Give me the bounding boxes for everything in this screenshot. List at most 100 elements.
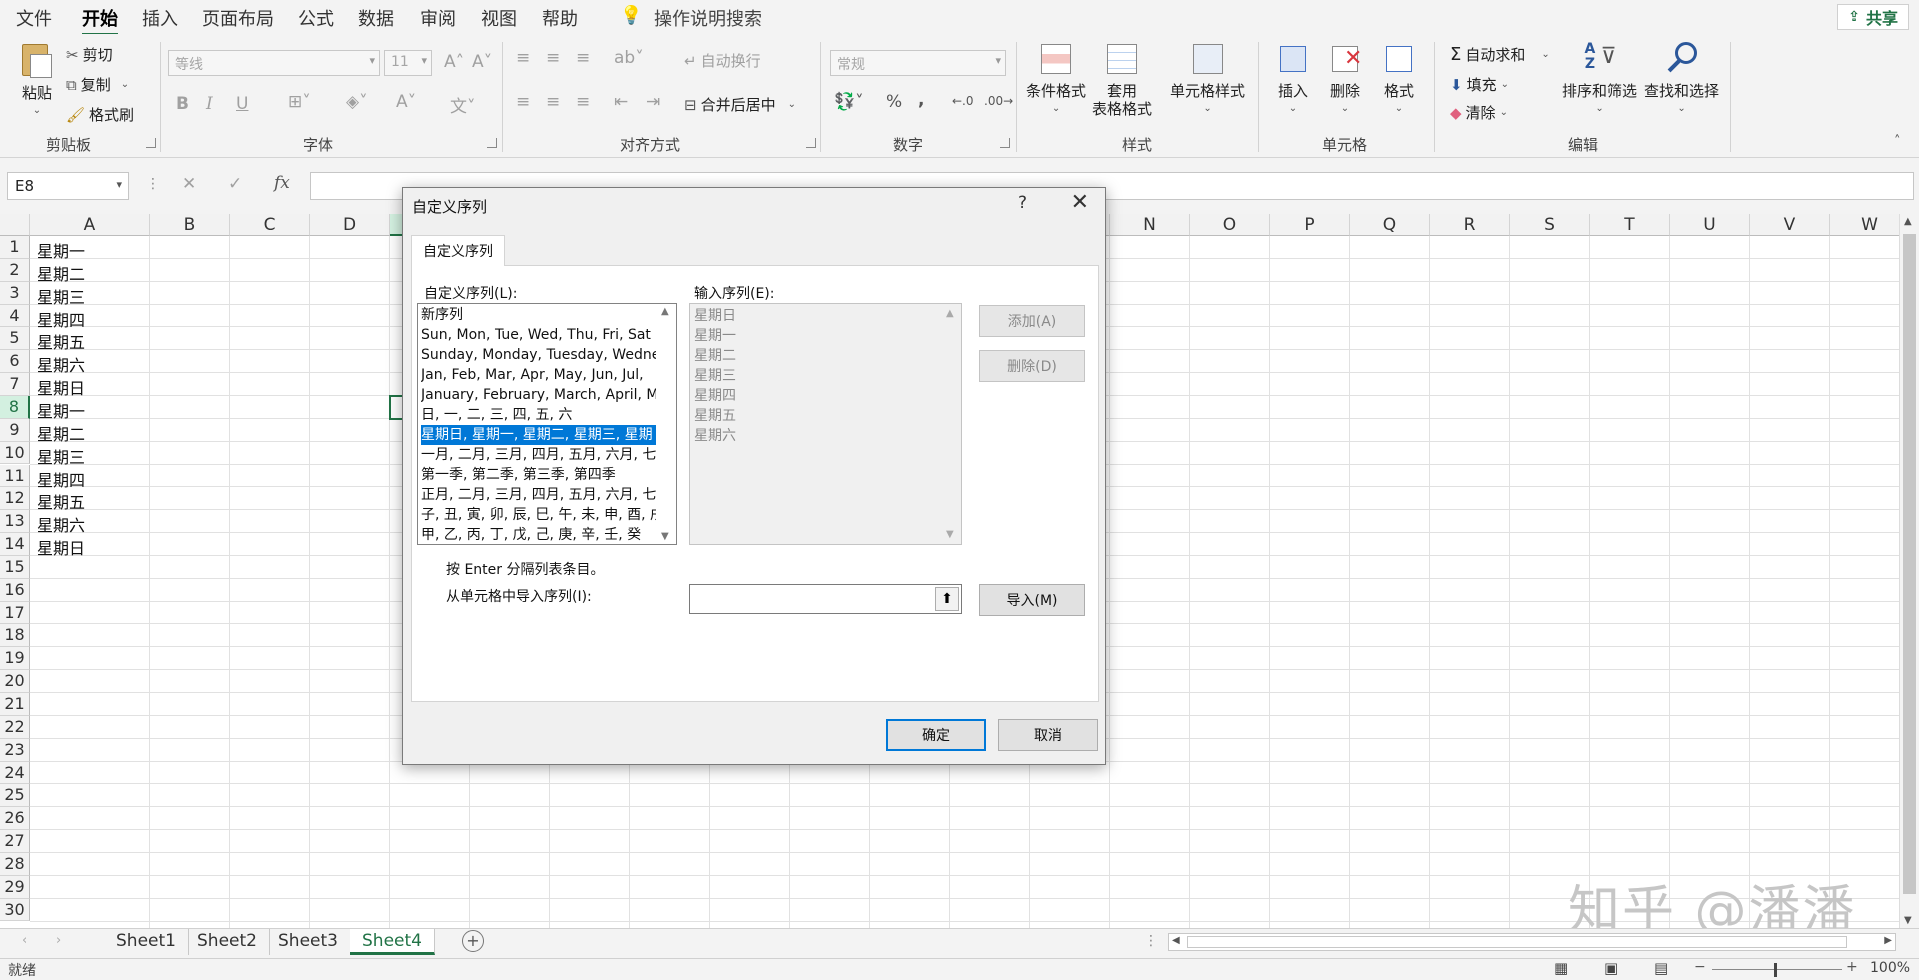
menu-data[interactable]: 数据 (358, 5, 394, 31)
column-header-o[interactable]: O (1190, 214, 1270, 236)
menu-formulas[interactable]: 公式 (298, 5, 334, 31)
scroll-right-icon[interactable]: ▶ (1884, 935, 1892, 946)
add-sheet-icon[interactable]: + (462, 930, 484, 952)
zoom-out-icon[interactable]: − (1694, 959, 1706, 975)
wrap-text-button[interactable]: ↵ 自动换行 (684, 50, 761, 71)
sheet-tab-3[interactable]: Sheet3 (266, 929, 351, 955)
column-header-b[interactable]: B (150, 214, 230, 236)
find-select-button[interactable]: 查找和选择 ⌄ (1644, 40, 1719, 118)
cell-a13[interactable]: 星期六 (37, 512, 85, 536)
tell-me-search[interactable]: 操作说明搜索 (654, 5, 762, 31)
list-item[interactable]: 日, 一, 二, 三, 四, 五, 六 (421, 405, 656, 425)
column-header-a[interactable]: A (30, 214, 150, 236)
row-header[interactable]: 11 (0, 464, 30, 488)
fill-button[interactable]: ⬇ 填充 ⌄ (1450, 74, 1509, 95)
underline-button[interactable]: U (236, 94, 248, 114)
row-header[interactable]: 7 (0, 373, 30, 396)
insert-cells-button[interactable]: 插入 ⌄ (1274, 40, 1312, 118)
row-header[interactable]: 10 (0, 441, 30, 465)
orientation-icon[interactable]: ab˅ (614, 48, 644, 68)
list-scroll-up-icon[interactable]: ▲ (661, 306, 669, 317)
entries-scroll-down-icon[interactable]: ▼ (946, 529, 954, 540)
vertical-scrollbar[interactable]: ▲ ▼ (1899, 214, 1919, 928)
import-button[interactable]: 导入(M) (979, 584, 1085, 616)
add-button[interactable]: 添加(A) (979, 305, 1085, 337)
column-header-s[interactable]: S (1510, 214, 1590, 236)
row-header[interactable]: 1 (0, 236, 30, 259)
prev-sheet-icon[interactable]: ‹ (22, 933, 27, 948)
row-header[interactable]: 16 (0, 578, 30, 602)
italic-button[interactable]: I (206, 94, 213, 114)
list-item[interactable]: 第一季, 第二季, 第三季, 第四季 (421, 465, 656, 485)
scroll-thumb[interactable] (1903, 234, 1916, 894)
row-header[interactable]: 24 (0, 761, 30, 785)
ok-button[interactable]: 确定 (886, 719, 986, 751)
format-cells-button[interactable]: 格式 ⌄ (1380, 40, 1418, 118)
list-item[interactable]: 正月, 二月, 三月, 四月, 五月, 六月, 七 (421, 485, 656, 505)
column-header-n[interactable]: N (1110, 214, 1190, 236)
decrease-indent-icon[interactable]: ⇤ (614, 92, 628, 112)
increase-decimal-icon[interactable]: ←.0 (952, 94, 974, 108)
align-bottom-icon[interactable]: ≡ (576, 48, 590, 68)
column-header-u[interactable]: U (1670, 214, 1750, 236)
clipboard-launcher-icon[interactable] (146, 138, 156, 148)
cell-a9[interactable]: 星期二 (37, 421, 85, 445)
number-launcher-icon[interactable] (1000, 138, 1010, 148)
increase-font-icon[interactable]: A˄ (444, 52, 464, 72)
menu-insert[interactable]: 插入 (142, 5, 178, 31)
column-header-d[interactable]: D (310, 214, 390, 236)
delete-cells-button[interactable]: ✕ 删除 ⌄ (1326, 40, 1364, 118)
cut-button[interactable]: ✂ 剪切 (66, 44, 113, 65)
column-header-t[interactable]: T (1590, 214, 1670, 236)
zoom-slider-thumb[interactable] (1774, 963, 1777, 977)
phonetic-icon[interactable]: 文˅ (450, 92, 476, 117)
row-header[interactable]: 2 (0, 258, 30, 282)
conditional-format-button[interactable]: 条件格式 ⌄ (1026, 40, 1086, 118)
row-header[interactable]: 9 (0, 418, 30, 442)
cell-a10[interactable]: 星期三 (37, 444, 85, 468)
row-header[interactable]: 28 (0, 852, 30, 876)
list-item[interactable]: 子, 丑, 寅, 卯, 辰, 巳, 午, 未, 申, 酉, 戌 (421, 505, 656, 525)
row-header[interactable]: 5 (0, 327, 30, 351)
align-right-icon[interactable]: ≡ (576, 92, 590, 112)
row-header[interactable]: 4 (0, 304, 30, 328)
align-left-icon[interactable]: ≡ (516, 92, 530, 112)
custom-lists-listbox[interactable]: ▲ ▼ 新序列 Sun, Mon, Tue, Wed, Thu, Fri, Sat… (417, 303, 677, 545)
row-header[interactable]: 3 (0, 281, 30, 305)
merge-center-button[interactable]: ⊟ 合并后居中 ⌄ (684, 94, 796, 115)
column-header-w[interactable]: W (1830, 214, 1910, 236)
accounting-icon[interactable]: 💱˅ (834, 92, 864, 112)
next-sheet-icon[interactable]: › (56, 933, 61, 948)
row-header[interactable]: 20 (0, 670, 30, 693)
cell-a11[interactable]: 星期四 (37, 467, 85, 491)
list-item[interactable]: Sun, Mon, Tue, Wed, Thu, Fri, Sat (421, 325, 656, 345)
alignment-launcher-icon[interactable] (806, 138, 816, 148)
row-header[interactable]: 8 (0, 395, 30, 419)
cell-a14[interactable]: 星期日 (37, 535, 85, 559)
name-box[interactable]: E8 (7, 172, 129, 200)
list-item[interactable]: January, February, March, April, M (421, 385, 656, 405)
number-format-combo[interactable]: 常规 (830, 50, 1006, 76)
cancel-entry-icon[interactable]: ✕ (182, 174, 196, 194)
row-header[interactable]: 13 (0, 510, 30, 534)
list-scroll-down-icon[interactable]: ▼ (661, 531, 669, 542)
row-header[interactable]: 21 (0, 693, 30, 716)
fill-color-icon[interactable]: ◈˅ (346, 92, 368, 112)
listbox-scrollbar[interactable]: ▲ ▼ (658, 304, 676, 544)
borders-icon[interactable]: ⊞˅ (288, 92, 311, 112)
cell-a5[interactable]: 星期五 (37, 329, 85, 353)
menu-view[interactable]: 视图 (481, 5, 517, 31)
normal-view-icon[interactable]: ▦ (1554, 959, 1568, 977)
list-item-selected[interactable]: 星期日, 星期一, 星期二, 星期三, 星期 (421, 425, 656, 445)
cell-styles-button[interactable]: 单元格样式 ⌄ (1170, 40, 1245, 118)
range-picker-icon[interactable]: ⬆ (935, 587, 959, 611)
percent-button[interactable]: % (886, 92, 902, 112)
cell-a2[interactable]: 星期二 (37, 261, 85, 285)
zoom-slider[interactable] (1712, 969, 1842, 970)
menu-file[interactable]: 文件 (16, 5, 52, 31)
collapse-ribbon-icon[interactable]: ˄ (1894, 134, 1901, 149)
page-break-view-icon[interactable]: ▤ (1654, 959, 1668, 977)
page-layout-view-icon[interactable]: ▣ (1604, 959, 1618, 977)
menu-page-layout[interactable]: 页面布局 (202, 5, 274, 31)
row-header[interactable]: 14 (0, 533, 30, 556)
